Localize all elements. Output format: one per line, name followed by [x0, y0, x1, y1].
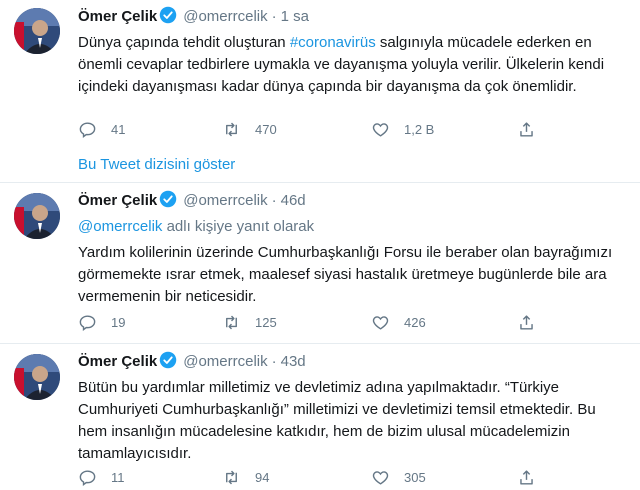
verified-badge-icon [159, 190, 177, 214]
retweet-count: 125 [255, 315, 277, 330]
like-button[interactable]: 305 [371, 468, 426, 487]
tweet-text: Bütün bu yardımlar milletimiz ve devleti… [78, 379, 596, 462]
retweet-button[interactable]: 470 [222, 120, 277, 139]
tweet-text: Dünya çapında tehdit oluşturan #coronavi… [78, 32, 626, 98]
avatar[interactable] [14, 193, 60, 239]
tweet-time[interactable]: 46d [281, 192, 306, 209]
retweet-count: 94 [255, 470, 270, 485]
reply-button[interactable]: 41 [78, 120, 125, 139]
hashtag-link[interactable]: #coronavirüs [290, 34, 376, 51]
avatar[interactable] [14, 354, 60, 400]
separator-dot: · [271, 192, 277, 209]
reply-context-text: adlı kişiye yanıt olarak [162, 218, 315, 235]
author-name[interactable]: Ömer Çelik [78, 353, 157, 370]
tweet-actions: 19 125 426 [0, 313, 640, 335]
share-button[interactable] [517, 313, 536, 332]
avatar[interactable] [14, 8, 60, 54]
mention-link[interactable]: @omerrcelik [78, 218, 162, 235]
share-icon [520, 315, 533, 330]
separator-dot: · [271, 8, 277, 25]
tweet-time[interactable]: 43d [281, 353, 306, 370]
like-icon [372, 471, 389, 485]
divider [0, 343, 640, 344]
reply-count: 19 [111, 315, 126, 330]
show-thread-link[interactable]: Bu Tweet dizisini göster [78, 156, 235, 173]
reply-count: 11 [111, 470, 125, 485]
share-icon [520, 470, 533, 485]
tweet-time[interactable]: 1 sa [281, 8, 309, 25]
retweet-icon [226, 122, 237, 137]
retweet-icon [226, 470, 237, 485]
like-button[interactable]: 1,2 B [371, 120, 434, 139]
reply-icon [79, 122, 96, 139]
share-button[interactable] [517, 120, 536, 139]
like-button[interactable]: 426 [371, 313, 426, 332]
tweet-actions: 41 470 1,2 B [0, 120, 640, 142]
like-icon [372, 123, 389, 137]
like-icon [372, 316, 389, 330]
retweet-icon [226, 315, 237, 330]
retweet-button[interactable]: 125 [222, 313, 277, 332]
author-handle[interactable]: @omerrcelik [183, 353, 267, 370]
verified-badge-icon [159, 351, 177, 375]
author-handle[interactable]: @omerrcelik [183, 8, 267, 25]
share-icon [520, 122, 533, 137]
retweet-count: 470 [255, 122, 277, 137]
reply-context: @omerrcelik adlı kişiye yanıt olarak [78, 216, 626, 238]
retweet-button[interactable]: 94 [222, 468, 269, 487]
share-button[interactable] [517, 468, 536, 487]
author-name[interactable]: Ömer Çelik [78, 192, 157, 209]
tweet-text-part: Dünya çapında tehdit oluşturan [78, 34, 290, 51]
author-handle[interactable]: @omerrcelik [183, 192, 267, 209]
like-count: 305 [404, 470, 426, 485]
reply-button[interactable]: 11 [78, 468, 125, 487]
reply-count: 41 [111, 122, 126, 137]
like-count: 426 [404, 315, 426, 330]
reply-button[interactable]: 19 [78, 313, 125, 332]
separator-dot: · [271, 353, 277, 370]
divider [0, 182, 640, 183]
verified-badge-icon [159, 6, 177, 30]
tweet-text: Yardım kolilerinin üzerinde Cumhurbaşkan… [78, 244, 613, 305]
like-count: 1,2 B [404, 122, 435, 137]
author-name[interactable]: Ömer Çelik [78, 8, 157, 25]
reply-icon [79, 315, 96, 332]
reply-icon [79, 470, 96, 487]
